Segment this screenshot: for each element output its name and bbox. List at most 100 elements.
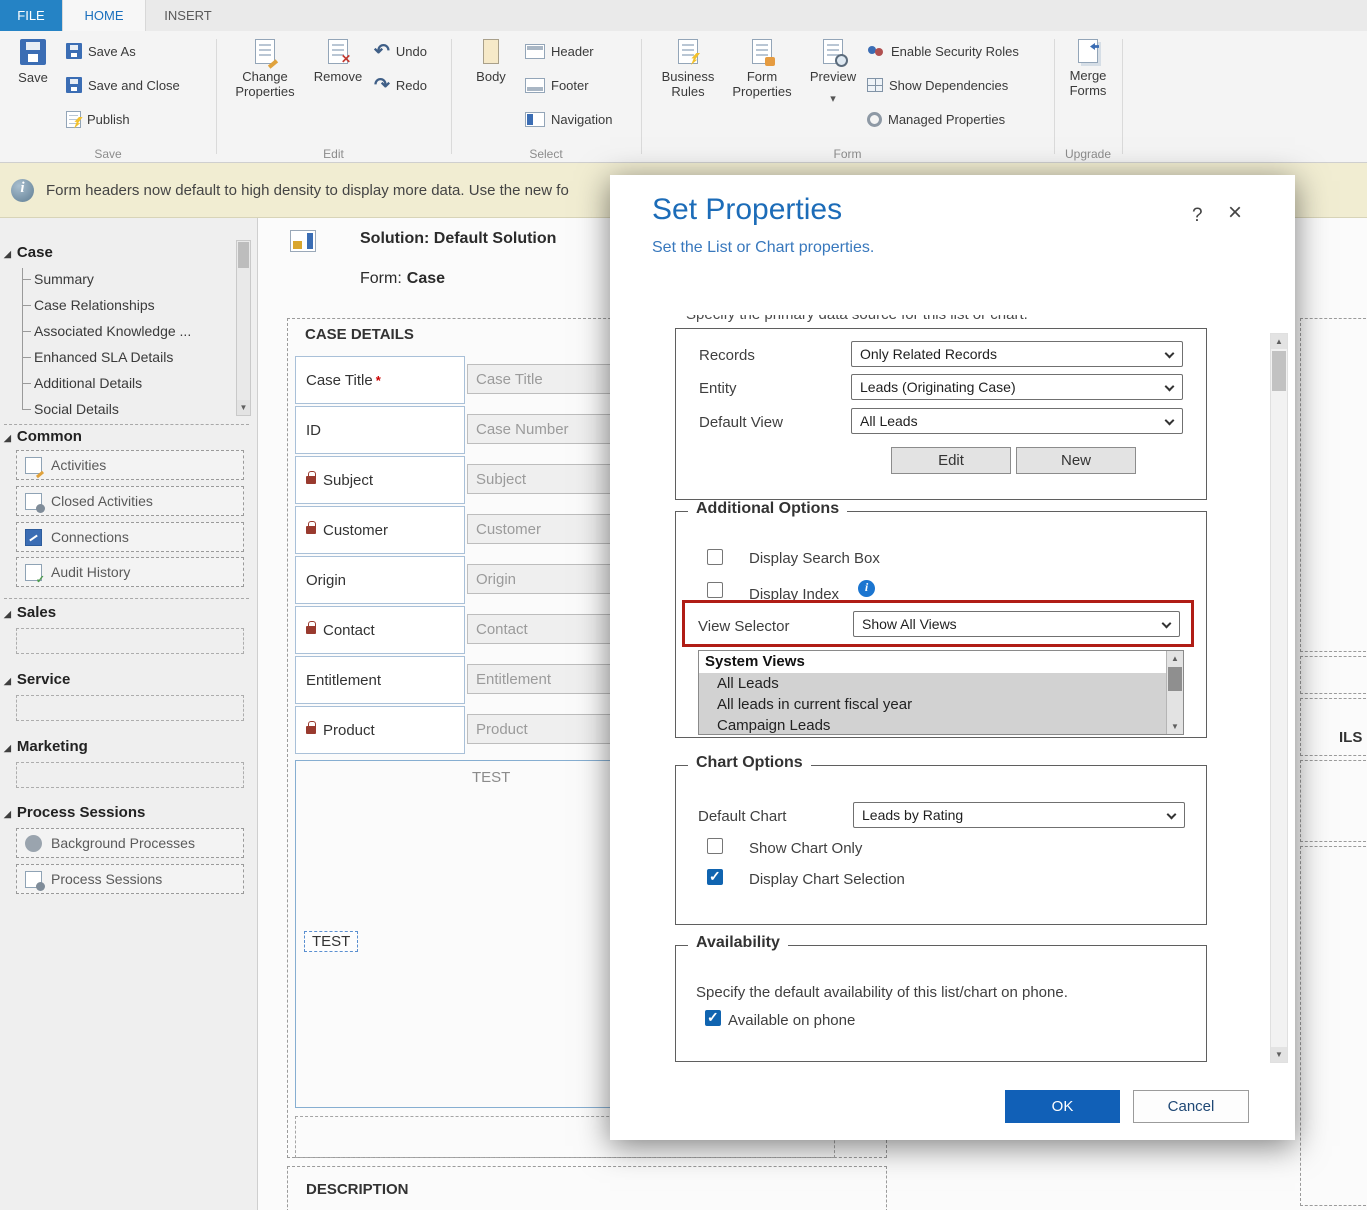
display-search-box-checkbox[interactable] xyxy=(707,549,723,565)
redo-button[interactable]: Redo xyxy=(374,73,427,97)
sidebar-item-associated-knowledge[interactable]: Associated Knowledge ... xyxy=(34,323,191,339)
sidebar-item-closed-activities[interactable]: Closed Activities xyxy=(16,486,244,516)
dialog-scrollbar[interactable] xyxy=(1270,333,1288,1063)
preview-button[interactable]: Preview xyxy=(805,33,861,106)
covered-section-outline xyxy=(1300,846,1366,1206)
default-chart-label: Default Chart xyxy=(698,808,786,825)
listbox-scrollbar[interactable] xyxy=(1166,651,1183,734)
field-label-customer[interactable]: Customer xyxy=(295,506,465,554)
list-item[interactable]: All leads in current fiscal year xyxy=(699,694,1183,715)
records-select[interactable]: Only Related Records xyxy=(851,341,1183,367)
field-label-case-title[interactable]: Case Title * xyxy=(295,356,465,404)
tab-insert[interactable]: INSERT xyxy=(146,0,230,31)
list-item[interactable]: All Leads xyxy=(699,673,1183,694)
sidebar-item-connections[interactable]: Connections xyxy=(16,522,244,552)
navigation-button[interactable]: Navigation xyxy=(525,107,612,131)
scrollbar-thumb[interactable] xyxy=(238,242,249,268)
sidebar-section-common[interactable]: Common xyxy=(4,428,82,445)
tab-file[interactable]: FILE xyxy=(0,0,62,31)
description-section-title: DESCRIPTION xyxy=(306,1181,409,1198)
drop-zone xyxy=(16,695,244,721)
ok-button[interactable]: OK xyxy=(1005,1090,1120,1123)
scroll-down-button[interactable] xyxy=(1271,1047,1287,1062)
default-chart-select[interactable]: Leads by Rating xyxy=(853,802,1185,828)
display-chart-selection-label: Display Chart Selection xyxy=(749,871,905,888)
scroll-up-button[interactable] xyxy=(1271,334,1287,349)
business-rules-button[interactable]: Business Rules xyxy=(657,33,719,100)
default-view-label: Default View xyxy=(699,414,783,431)
availability-group: Availability Specify the default availab… xyxy=(675,945,1207,1062)
sidebar-item-enhanced-sla-details[interactable]: Enhanced SLA Details xyxy=(34,349,173,365)
save-button[interactable]: Save xyxy=(8,33,58,86)
save-as-button[interactable]: Save As xyxy=(66,39,136,63)
views-listbox[interactable]: System Views All Leads All leads in curr… xyxy=(698,650,1184,735)
edit-group-label: Edit xyxy=(216,147,451,161)
list-item[interactable]: Campaign Leads xyxy=(699,715,1183,735)
display-chart-selection-checkbox[interactable] xyxy=(707,869,723,885)
field-label-subject[interactable]: Subject xyxy=(295,456,465,504)
sidebar-item-audit-history[interactable]: Audit History xyxy=(16,557,244,587)
close-button[interactable]: × xyxy=(1228,199,1242,227)
description-section[interactable]: DESCRIPTION xyxy=(287,1166,887,1210)
covered-section-outline: ILS xyxy=(1300,698,1366,756)
default-view-select[interactable]: All Leads xyxy=(851,408,1183,434)
change-properties-button[interactable]: Change Properties xyxy=(232,33,298,100)
drop-zone xyxy=(16,762,244,788)
sidebar-item-case-relationships[interactable]: Case Relationships xyxy=(34,297,155,313)
scrollbar-thumb[interactable] xyxy=(1272,351,1286,391)
sidebar-item-activities[interactable]: Activities xyxy=(16,450,244,480)
sidebar-section-service[interactable]: Service xyxy=(4,671,70,688)
drop-zone xyxy=(16,628,244,654)
show-dependencies-button[interactable]: Show Dependencies xyxy=(867,73,1008,97)
remove-button[interactable]: Remove xyxy=(308,33,368,85)
edit-button[interactable]: Edit xyxy=(891,447,1011,474)
info-icon xyxy=(11,179,34,202)
form-group-label: Form xyxy=(641,147,1054,161)
sidebar-scrollbar[interactable] xyxy=(236,240,251,416)
field-label-product[interactable]: Product xyxy=(295,706,465,754)
publish-button[interactable]: Publish xyxy=(66,107,130,131)
available-on-phone-checkbox[interactable] xyxy=(705,1010,721,1026)
sidebar-section-sales[interactable]: Sales xyxy=(4,604,56,621)
undo-button[interactable]: Undo xyxy=(374,39,427,63)
sidebar-section-case[interactable]: Case xyxy=(4,244,53,261)
sidebar-item-social-details[interactable]: Social Details xyxy=(34,401,119,417)
scrollbar-thumb[interactable] xyxy=(1168,667,1182,691)
footer-icon xyxy=(525,78,545,93)
save-and-close-button[interactable]: Save and Close xyxy=(66,73,180,97)
sidebar-item-process-sessions[interactable]: Process Sessions xyxy=(16,864,244,894)
footer-button[interactable]: Footer xyxy=(525,73,589,97)
new-button[interactable]: New xyxy=(1016,447,1136,474)
sidebar-item-summary[interactable]: Summary xyxy=(34,271,94,287)
display-index-info-icon[interactable] xyxy=(858,580,875,597)
display-index-checkbox[interactable] xyxy=(707,582,723,598)
publish-icon xyxy=(66,111,81,128)
scroll-down-button[interactable] xyxy=(1167,719,1183,734)
preview-dropdown-icon[interactable] xyxy=(830,91,836,106)
field-label-origin[interactable]: Origin xyxy=(295,556,465,604)
show-chart-only-checkbox[interactable] xyxy=(707,838,723,854)
enable-security-roles-button[interactable]: Enable Security Roles xyxy=(867,39,1019,63)
scroll-up-button[interactable] xyxy=(1167,651,1183,666)
cancel-button[interactable]: Cancel xyxy=(1133,1090,1249,1123)
scroll-down-button[interactable] xyxy=(237,400,250,415)
field-label-entitlement[interactable]: Entitlement xyxy=(295,656,465,704)
expand-icon xyxy=(4,428,11,445)
test-subgrid-label[interactable]: TEST xyxy=(304,931,358,952)
entity-select[interactable]: Leads (Originating Case) xyxy=(851,374,1183,400)
sidebar-section-process-sessions[interactable]: Process Sessions xyxy=(4,804,145,821)
tab-home[interactable]: HOME xyxy=(62,0,146,31)
field-label-id[interactable]: ID xyxy=(295,406,465,454)
header-button[interactable]: Header xyxy=(525,39,594,63)
field-label-contact[interactable]: Contact xyxy=(295,606,465,654)
section-divider xyxy=(4,598,249,599)
form-properties-button[interactable]: Form Properties xyxy=(727,33,797,100)
sidebar-item-background-processes[interactable]: Background Processes xyxy=(16,828,244,858)
sidebar-item-additional-details[interactable]: Additional Details xyxy=(34,375,142,391)
managed-properties-button[interactable]: Managed Properties xyxy=(867,107,1005,131)
sidebar-section-marketing[interactable]: Marketing xyxy=(4,738,88,755)
view-selector-select[interactable]: Show All Views xyxy=(853,611,1180,637)
body-button[interactable]: Body xyxy=(465,33,517,85)
help-button[interactable]: ? xyxy=(1192,205,1203,227)
merge-forms-button[interactable]: Merge Forms xyxy=(1060,33,1116,99)
